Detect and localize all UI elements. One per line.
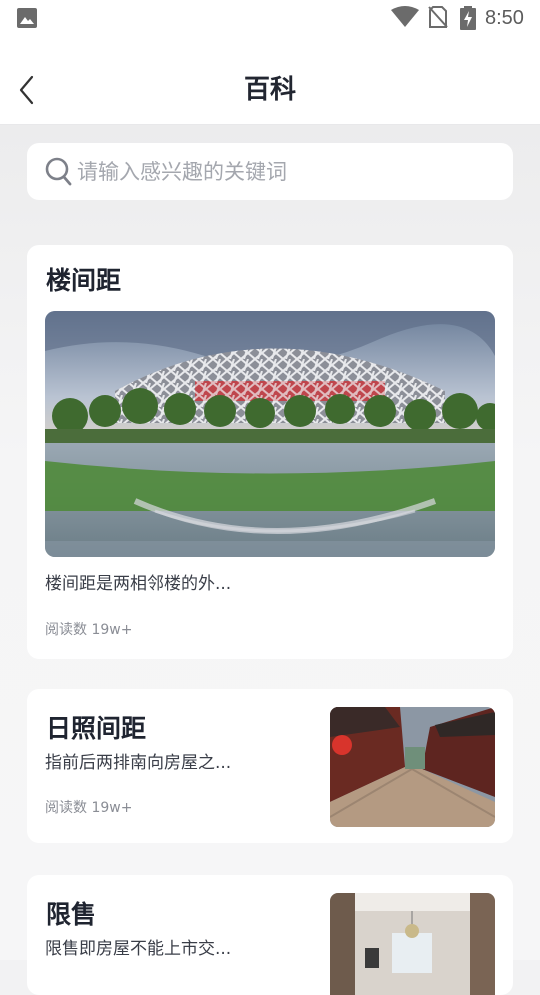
article-card-3[interactable]: 限售 限售即房屋不能上市交...	[27, 875, 513, 995]
article-description: 限售即房屋不能上市交...	[45, 939, 232, 959]
main-content: 楼间距	[0, 125, 540, 995]
no-sim-icon	[428, 6, 448, 28]
article-description: 指前后两排南向房屋之...	[45, 753, 232, 773]
article-title: 楼间距	[46, 266, 122, 295]
interior-room-photo	[330, 893, 495, 995]
search-icon	[45, 157, 73, 187]
article-title: 日照间距	[46, 714, 147, 743]
status-time: 8:50	[485, 7, 524, 29]
status-bar: 8:50	[0, 0, 540, 36]
search-input[interactable]	[77, 155, 497, 189]
article-title: 限售	[46, 900, 97, 929]
page-title: 百科	[243, 75, 296, 105]
battery-charging-icon	[459, 6, 477, 30]
article-card-2[interactable]: 日照间距 指前后两排南向房屋之... 阅读数 19w+	[27, 689, 513, 843]
wifi-icon	[391, 6, 419, 28]
article-card-1[interactable]: 楼间距 楼间距是两相邻楼的外... 阅读数 19w+	[27, 245, 513, 659]
header: 百科	[0, 36, 540, 125]
search-bar[interactable]	[27, 143, 513, 200]
old-town-street-photo	[330, 707, 495, 827]
read-count: 阅读数 19w+	[45, 622, 133, 638]
read-count: 阅读数 19w+	[45, 800, 133, 816]
gallery-icon	[17, 8, 37, 28]
bird-nest-stadium-photo	[45, 311, 495, 557]
article-description: 楼间距是两相邻楼的外...	[45, 574, 232, 594]
